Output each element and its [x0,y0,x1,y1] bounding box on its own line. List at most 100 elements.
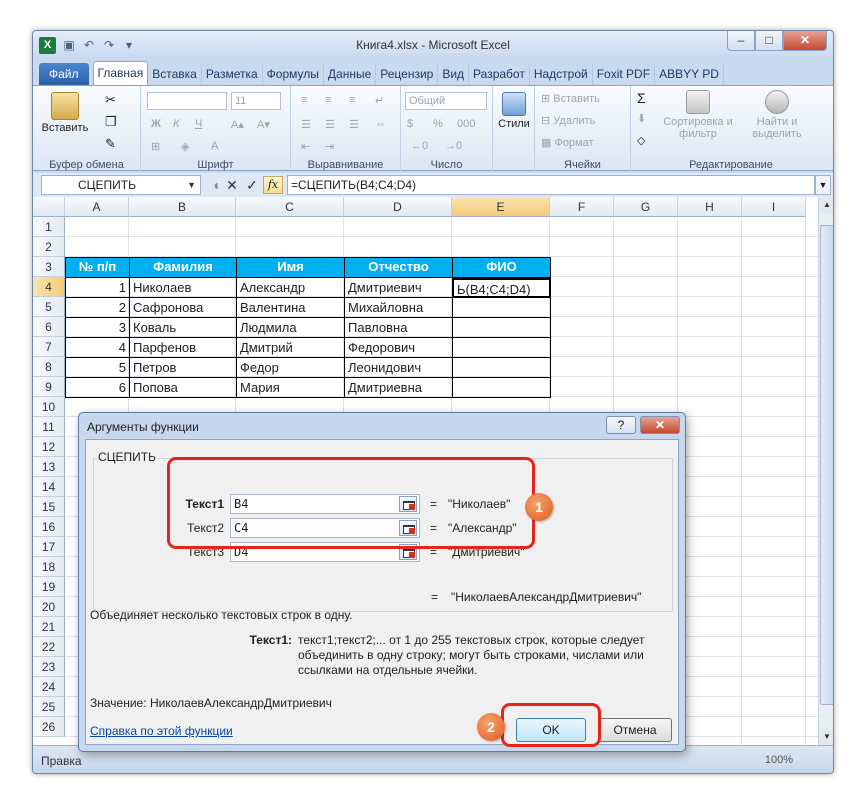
row-header[interactable]: 12 [33,437,65,457]
column-header[interactable]: D [344,197,452,217]
tab-0[interactable]: Файл [39,63,89,85]
table-cell[interactable]: Петров [129,358,237,378]
table-header-cell[interactable]: № п/п [65,257,130,278]
row-header[interactable]: 10 [33,397,65,417]
wrap-text-icon[interactable]: ↵ [375,94,384,107]
row-header[interactable]: 9 [33,377,65,397]
indent-decrease-icon[interactable]: ⇤ [301,140,310,153]
autosum-icon[interactable]: Σ [637,90,646,106]
table-cell[interactable]: 3 [65,318,130,338]
row-header[interactable]: 16 [33,517,65,537]
maximize-button[interactable]: □ [755,31,783,51]
expand-formula-bar-icon[interactable]: ▼ [815,175,831,195]
paste-button[interactable]: Вставить [41,92,89,134]
row-header[interactable]: 1 [33,217,65,237]
tab-10[interactable]: Foxit PDF [593,63,656,85]
tab-1[interactable]: Главная [92,61,149,85]
table-cell[interactable]: Павловна [344,318,453,338]
decimal-decrease-icon[interactable]: →0 [445,140,462,152]
align-center-icon[interactable]: ☰ [325,118,335,131]
column-header[interactable]: C [236,197,344,217]
align-middle-icon[interactable]: ≡ [325,94,331,106]
align-left-icon[interactable]: ☰ [301,118,311,131]
underline-button[interactable]: Ч [195,118,202,130]
row-header[interactable]: 4 [33,277,65,297]
table-cell[interactable]: Александр [236,278,345,298]
align-right-icon[interactable]: ☰ [349,118,359,131]
table-cell[interactable]: Дмитрий [236,338,345,358]
column-header[interactable]: B [129,197,236,217]
italic-button[interactable]: К [173,118,179,130]
tab-7[interactable]: Вид [438,63,470,85]
table-cell[interactable] [452,298,551,318]
select-all-corner[interactable] [33,197,65,217]
row-header[interactable]: 3 [33,257,65,277]
merge-icon[interactable]: ⇔ [375,118,386,130]
delete-cells-button[interactable]: ⊟ Удалить [541,114,595,127]
column-header[interactable]: E [452,197,550,217]
table-cell[interactable]: 1 [65,278,130,298]
table-cell[interactable] [452,318,551,338]
column-header[interactable]: F [550,197,614,217]
number-format-combo[interactable]: Общий [405,92,487,110]
scroll-up-icon[interactable]: ▲ [819,197,833,213]
row-header[interactable]: 24 [33,677,65,697]
row-header[interactable]: 25 [33,697,65,717]
sort-filter-button[interactable]: Сортировка и фильтр [661,90,735,140]
row-header[interactable]: 6 [33,317,65,337]
table-cell[interactable]: 4 [65,338,130,358]
row-header[interactable]: 14 [33,477,65,497]
column-header[interactable]: G [614,197,678,217]
clear-icon[interactable]: ◇ [637,134,645,147]
table-cell[interactable]: Николаев [129,278,237,298]
row-header[interactable]: 20 [33,597,65,617]
decimal-increase-icon[interactable]: ←0 [411,140,428,152]
row-header[interactable]: 17 [33,537,65,557]
row-header[interactable]: 21 [33,617,65,637]
table-cell[interactable]: Парфенов [129,338,237,358]
cancel-entry-icon[interactable]: ✕ [223,176,241,194]
tab-4[interactable]: Формулы [263,63,324,85]
insert-function-button[interactable]: fx [263,176,283,194]
table-cell[interactable]: Михайловна [344,298,453,318]
table-cell[interactable]: Дмитриевна [344,378,453,398]
row-header[interactable]: 8 [33,357,65,377]
table-cell[interactable]: Коваль [129,318,237,338]
styles-button[interactable]: Стили [497,92,531,130]
insert-cells-button[interactable]: ⊞ Вставить [541,92,600,105]
minimize-button[interactable]: – [727,31,755,51]
row-header[interactable]: 23 [33,657,65,677]
close-window-button[interactable]: ✕ [783,31,827,51]
format-painter-icon[interactable]: ✎ [105,136,116,152]
font-color-icon[interactable]: A [211,140,218,152]
name-box[interactable]: СЦЕПИТЬ ▼ [41,175,201,195]
table-cell[interactable] [452,358,551,378]
dialog-close-button[interactable]: ✕ [640,416,680,434]
table-cell[interactable]: Людмила [236,318,345,338]
fill-icon[interactable]: ⬇ [637,112,646,125]
table-cell[interactable]: Федор [236,358,345,378]
function-help-link[interactable]: Справка по этой функции [90,724,233,738]
table-cell[interactable]: 2 [65,298,130,318]
formula-input[interactable]: =СЦЕПИТЬ(B4;C4;D4) [287,175,815,195]
font-size-combo[interactable]: 11 [231,92,281,110]
row-header[interactable]: 26 [33,717,65,737]
bold-button[interactable]: Ж [151,118,161,130]
column-header[interactable]: I [742,197,806,217]
align-bottom-icon[interactable]: ≡ [349,94,355,106]
vertical-scrollbar[interactable]: ▲ ▼ [818,197,833,745]
table-cell[interactable]: Мария [236,378,345,398]
table-cell[interactable]: Валентина [236,298,345,318]
zoom-level[interactable]: 100% [765,754,793,766]
column-header[interactable]: A [65,197,129,217]
table-cell[interactable] [452,338,551,358]
table-cell[interactable]: Ь(B4;C4;D4) [452,278,551,298]
row-header[interactable]: 13 [33,457,65,477]
tab-6[interactable]: Рецензир [376,63,439,85]
row-header[interactable]: 22 [33,637,65,657]
format-cells-button[interactable]: ▦ Формат [541,136,594,149]
table-cell[interactable]: Дмитриевич [344,278,453,298]
table-cell[interactable]: 6 [65,378,130,398]
tab-3[interactable]: Разметка [202,63,263,85]
table-header-cell[interactable]: Имя [236,257,345,278]
